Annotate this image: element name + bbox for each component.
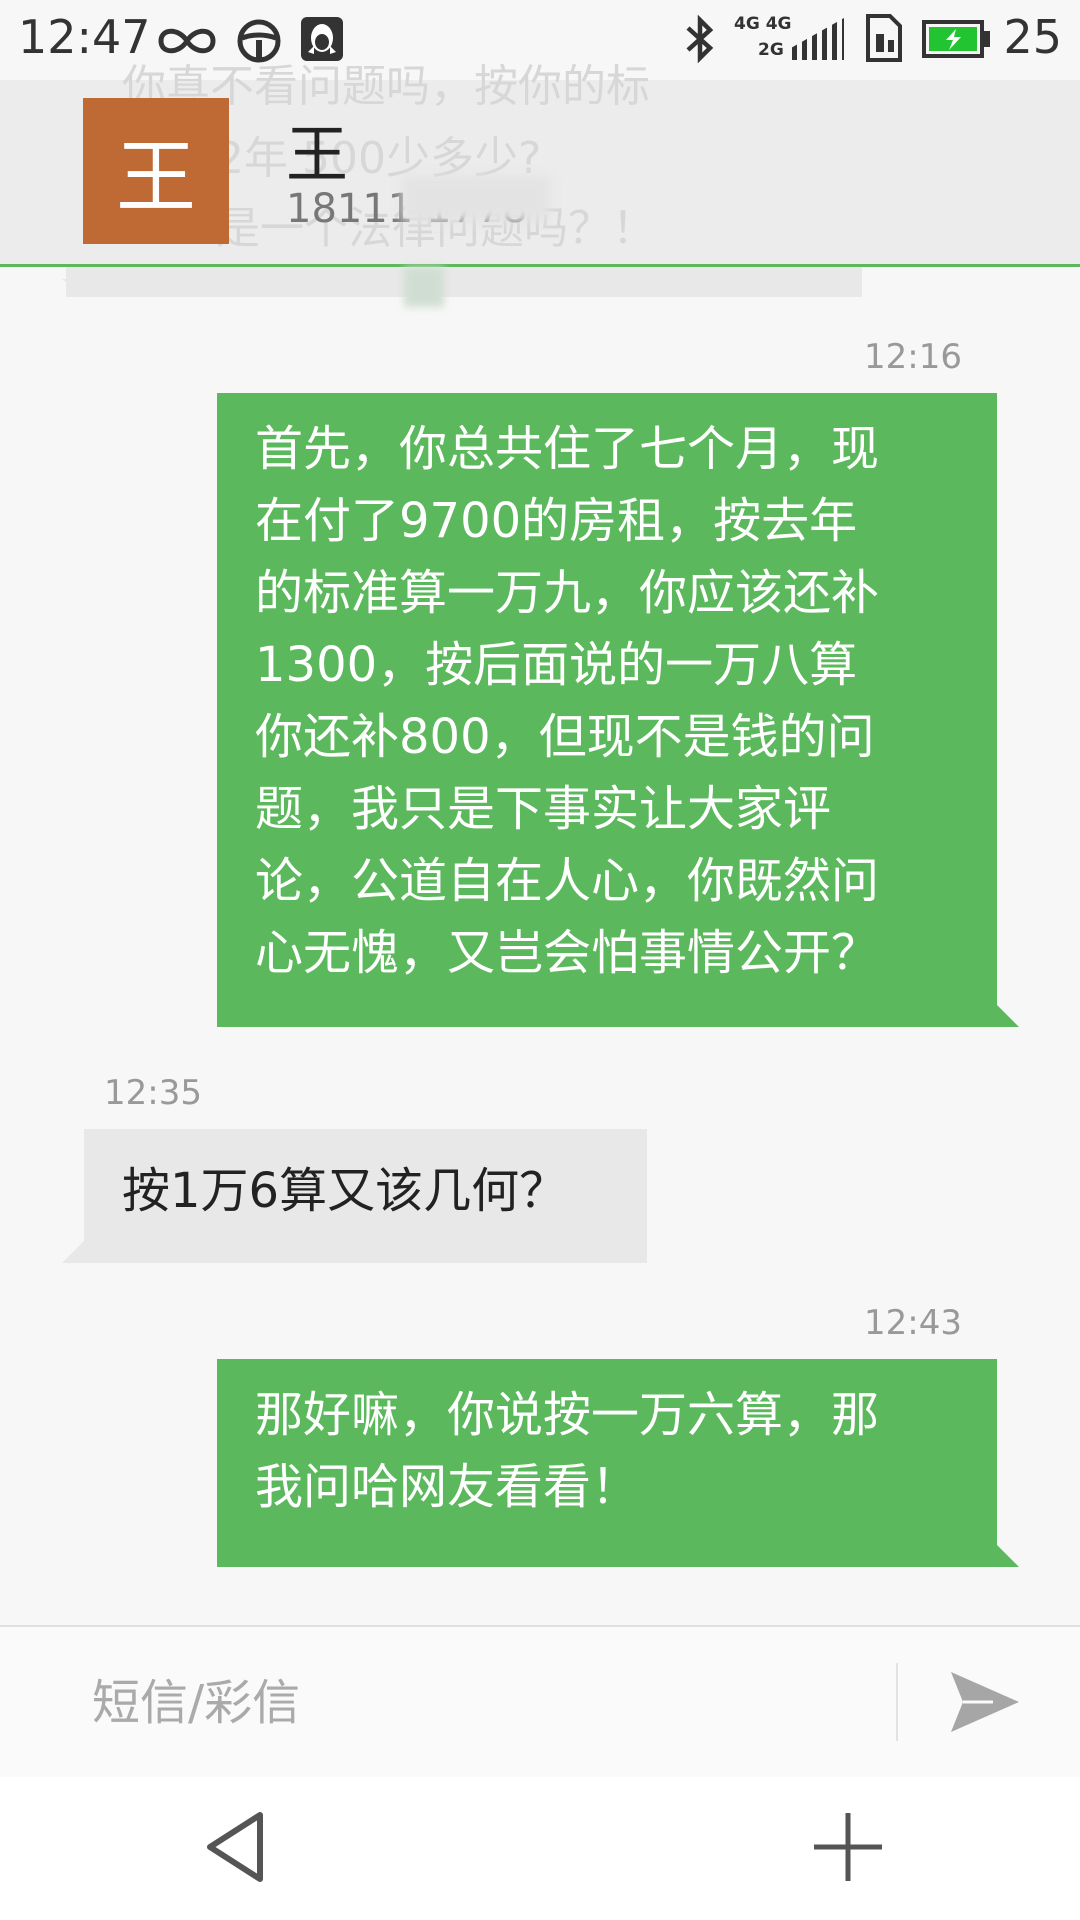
message-timestamp: 12:43 (864, 1303, 962, 1343)
bubble-tail (62, 1241, 84, 1263)
bubble-tail (997, 1545, 1019, 1567)
contact-name[interactable]: 王 (286, 104, 348, 194)
bubble-tail (62, 279, 84, 297)
message-line: 我问哈网友看看！ (255, 1459, 640, 1515)
message-line: 1300，按后面说的一万八算 (255, 637, 858, 693)
incoming-message-bubble[interactable]: 按1万6算又该几何？ (84, 1129, 647, 1263)
redaction-blur (404, 267, 444, 307)
composer-divider (896, 1663, 898, 1741)
message-line: 论，公道自在人心，你既然问 (255, 853, 880, 909)
message-line: 在付了9700的房租，按去年 (255, 493, 858, 549)
previous-message-bubble[interactable] (66, 267, 862, 297)
signal-icon: 4G 4G 2G (734, 14, 844, 64)
sim-icon (866, 14, 902, 62)
conversation-header: 你真不看问题吗，按你的标 2年 500少多少? 是一个法律问题吗？！ 王 王 1… (0, 61, 1080, 267)
message-line: 首先，你总共住了七个月，现 (255, 421, 880, 477)
battery-level: 25 (1003, 10, 1062, 64)
send-arrow-icon[interactable] (945, 1662, 1025, 1742)
network-type-top: 4G 4G (734, 14, 792, 34)
bubble-tail (997, 1005, 1019, 1027)
plus-icon[interactable] (812, 1811, 884, 1883)
outgoing-message-bubble[interactable]: 首先，你总共住了七个月，现 在付了9700的房租，按去年 的标准算一万九，你应该… (217, 393, 997, 1027)
back-triangle-icon[interactable] (200, 1807, 270, 1887)
message-input[interactable] (90, 1665, 874, 1741)
message-line: 心无愧，又岂会怕事情公开？ (255, 925, 880, 981)
message-timestamp: 12:35 (104, 1073, 202, 1113)
message-line: 按1万6算又该几何？ (122, 1163, 568, 1219)
navigation-bar (0, 1777, 1080, 1920)
message-line: 的标准算一万九，你应该还补 (255, 565, 880, 621)
composer-bar (0, 1625, 1080, 1779)
message-line: 题，我只是下事实让大家评 (255, 781, 832, 837)
outgoing-message-bubble[interactable]: 那好嘛，你说按一万六算，那 我问哈网友看看！ (217, 1359, 997, 1567)
message-list[interactable]: 12:16 首先，你总共住了七个月，现 在付了9700的房租，按去年 的标准算一… (0, 267, 1080, 1625)
bluetooth-icon (686, 14, 714, 64)
message-timestamp: 12:16 (864, 337, 962, 377)
message-line: 你还补800，但现不是钱的问 (255, 709, 875, 765)
contact-avatar[interactable]: 王 (83, 98, 229, 244)
redaction-blur (402, 176, 550, 222)
network-type-bottom: 2G (758, 40, 784, 60)
message-line: 那好嘛，你说按一万六算，那 (255, 1387, 880, 1443)
battery-icon (922, 20, 990, 58)
